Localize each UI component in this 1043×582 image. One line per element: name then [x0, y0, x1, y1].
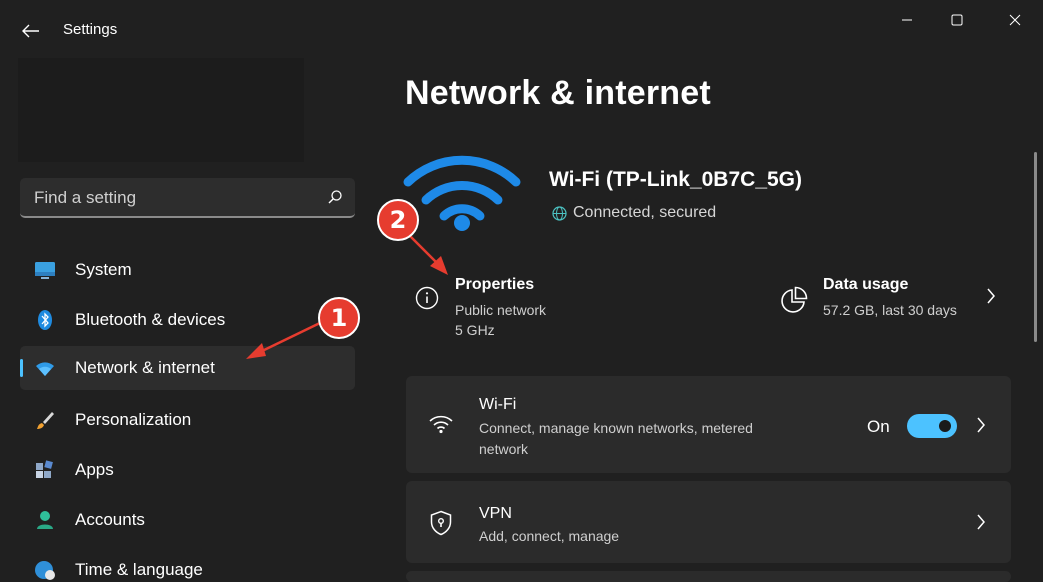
active-indicator	[20, 359, 23, 377]
arrow-left-icon	[22, 24, 39, 38]
sidebar-item-label: Time & language	[75, 560, 203, 579]
vpn-settings-card[interactable]: VPN Add, connect, manage	[406, 481, 1011, 563]
sidebar-item-label: System	[75, 260, 132, 279]
sidebar-item-time-language[interactable]: Time & language	[20, 548, 355, 582]
shield-lock-icon	[430, 510, 452, 536]
sidebar-item-label: Apps	[75, 460, 114, 479]
wifi-card-subtitle: Connect, manage known networks, metered …	[479, 420, 753, 457]
wifi-icon	[429, 415, 453, 434]
network-status: Connected, secured	[552, 204, 716, 222]
brush-icon	[37, 412, 54, 429]
page-title: Network & internet	[405, 74, 711, 112]
wifi-toggle[interactable]	[907, 414, 957, 438]
maximize-icon	[951, 14, 963, 26]
title-bar: Settings	[0, 0, 1043, 62]
annotation-arrow-2	[409, 235, 448, 275]
minimize-icon	[902, 19, 912, 21]
chevron-right-icon	[977, 514, 985, 530]
toggle-knob	[939, 420, 951, 432]
sidebar-item-system[interactable]: System	[20, 248, 355, 292]
wifi-card-title: Wi-Fi	[479, 396, 517, 413]
properties-title: Properties	[455, 276, 535, 293]
wifi-icon	[36, 362, 54, 376]
user-profile-area	[18, 58, 304, 162]
data-usage-title: Data usage	[823, 276, 909, 293]
bluetooth-icon	[38, 310, 52, 330]
sidebar-item-apps[interactable]: Apps	[20, 448, 355, 492]
sidebar-item-network[interactable]: Network & internet	[20, 346, 355, 390]
sidebar-item-label: Accounts	[75, 510, 145, 529]
close-button[interactable]	[990, 0, 1040, 40]
annotation-badge-1: 1	[318, 297, 360, 339]
person-icon	[37, 511, 53, 529]
network-status-text: Connected, secured	[573, 204, 717, 221]
minimize-button[interactable]	[882, 0, 932, 40]
scrollbar[interactable]	[1034, 152, 1037, 342]
app-title: Settings	[63, 21, 118, 38]
globe-icon	[552, 205, 567, 221]
vpn-card-title: VPN	[479, 505, 512, 522]
sidebar-item-label: Bluetooth & devices	[75, 310, 226, 329]
data-usage-amount: 57.2 GB, last 30 days	[823, 302, 957, 318]
chevron-right-icon	[977, 417, 985, 433]
sidebar-item-bluetooth[interactable]: Bluetooth & devices	[20, 298, 355, 342]
properties-link[interactable]: Properties Public network 5 GHz	[413, 274, 663, 344]
search-placeholder: Find a setting	[34, 188, 137, 207]
annotation-badge-2: 2	[377, 199, 419, 241]
info-icon	[415, 286, 439, 310]
next-settings-card[interactable]	[406, 571, 1011, 582]
properties-band: 5 GHz	[455, 322, 495, 338]
sidebar-item-accounts[interactable]: Accounts	[20, 498, 355, 542]
search-input[interactable]: Find a setting	[20, 178, 355, 218]
properties-network-type: Public network	[455, 302, 547, 318]
globe-clock-icon	[35, 561, 55, 580]
apps-icon	[36, 460, 53, 478]
search-icon	[328, 190, 342, 204]
chevron-right-icon	[987, 288, 995, 304]
data-usage-link[interactable]: Data usage 57.2 GB, last 30 days	[780, 274, 1010, 324]
sidebar-item-personalization[interactable]: Personalization	[20, 398, 355, 442]
sidebar-item-label: Network & internet	[75, 358, 215, 377]
monitor-icon	[35, 262, 55, 279]
back-button[interactable]	[16, 16, 46, 46]
wifi-toggle-label: On	[867, 417, 890, 436]
pie-chart-icon	[781, 286, 808, 313]
sidebar-item-label: Personalization	[75, 410, 192, 429]
vpn-card-subtitle: Add, connect, manage	[479, 528, 620, 544]
wifi-large-icon	[403, 155, 521, 231]
network-name: Wi-Fi (TP-Link_0B7C_5G)	[549, 168, 803, 191]
maximize-button[interactable]	[932, 0, 982, 40]
wifi-settings-card[interactable]: Wi-Fi Connect, manage known networks, me…	[406, 376, 1011, 473]
close-icon	[1009, 14, 1021, 26]
